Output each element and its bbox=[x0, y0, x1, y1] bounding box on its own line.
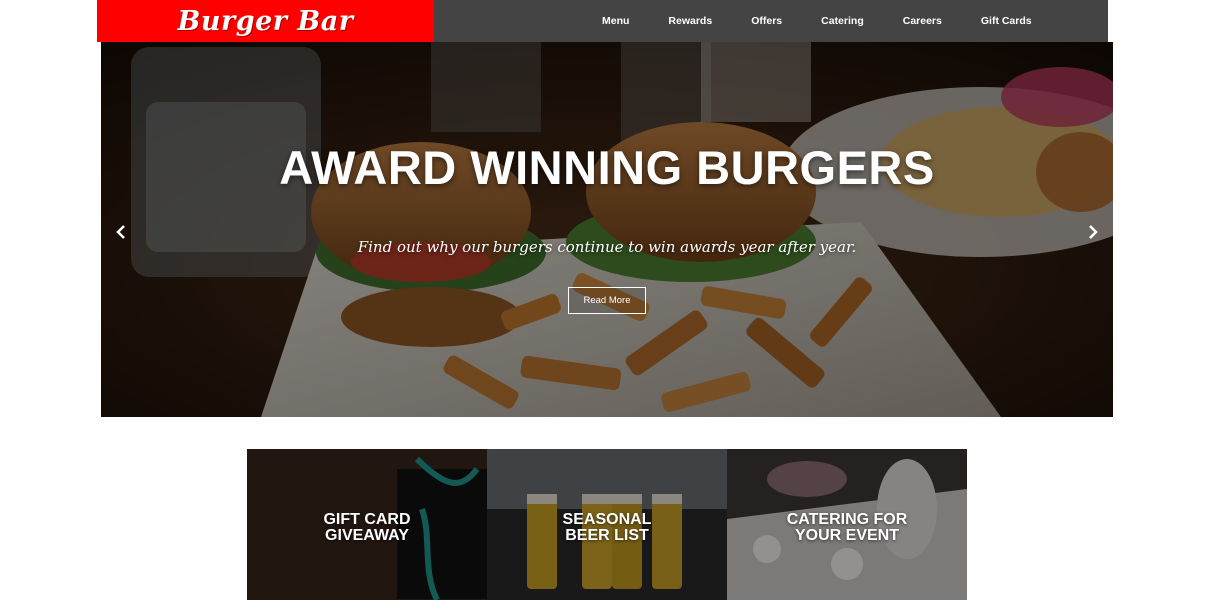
nav-item-menu[interactable]: Menu bbox=[602, 15, 629, 27]
hero-title: AWARD WINNING BURGERS bbox=[279, 141, 935, 194]
nav-item-rewards[interactable]: Rewards bbox=[668, 15, 712, 27]
chevron-right-icon bbox=[1089, 225, 1098, 239]
hero-subtitle: Find out why our burgers continue to win… bbox=[357, 238, 857, 256]
carousel-prev-button[interactable] bbox=[109, 220, 133, 244]
hero-carousel: AWARD WINNING BURGERS Find out why our b… bbox=[101, 42, 1113, 417]
tile-gift-card-giveaway[interactable]: GIFT CARD GIVEAWAY bbox=[247, 449, 487, 600]
tile-label-line1: CATERING FOR bbox=[786, 511, 908, 528]
read-more-button[interactable]: Read More bbox=[568, 287, 646, 314]
site-header: Burger Bar Menu Rewards Offers Catering … bbox=[97, 0, 1108, 42]
tile-seasonal-beer-list[interactable]: SEASONAL BEER LIST bbox=[487, 449, 727, 600]
nav-item-catering[interactable]: Catering bbox=[821, 15, 864, 27]
tile-label: SEASONAL BEER LIST bbox=[487, 512, 727, 544]
logo[interactable]: Burger Bar bbox=[97, 0, 434, 42]
tile-label-line1: GIFT CARD bbox=[323, 511, 411, 528]
carousel-next-button[interactable] bbox=[1081, 220, 1105, 244]
tile-label: CATERING FOR YOUR EVENT bbox=[727, 512, 967, 544]
tile-catering-for-your-event[interactable]: CATERING FOR YOUR EVENT bbox=[727, 449, 967, 600]
nav-item-offers[interactable]: Offers bbox=[751, 15, 782, 27]
tile-label-line1: SEASONAL bbox=[562, 511, 652, 528]
hero-overlay bbox=[101, 42, 1113, 417]
nav-item-gift-cards[interactable]: Gift Cards bbox=[981, 15, 1032, 27]
tile-label-line2: GIVEAWAY bbox=[325, 527, 409, 544]
tile-label: GIFT CARD GIVEAWAY bbox=[247, 512, 487, 544]
nav-item-careers[interactable]: Careers bbox=[903, 15, 942, 27]
tile-label-line2: BEER LIST bbox=[565, 527, 649, 544]
promo-tiles: GIFT CARD GIVEAWAY SEASONAL BEER LIST CA… bbox=[247, 449, 967, 600]
main-nav: Menu Rewards Offers Catering Careers Gif… bbox=[434, 0, 1108, 42]
chevron-left-icon bbox=[116, 225, 125, 239]
tile-label-line2: YOUR EVENT bbox=[794, 527, 899, 544]
